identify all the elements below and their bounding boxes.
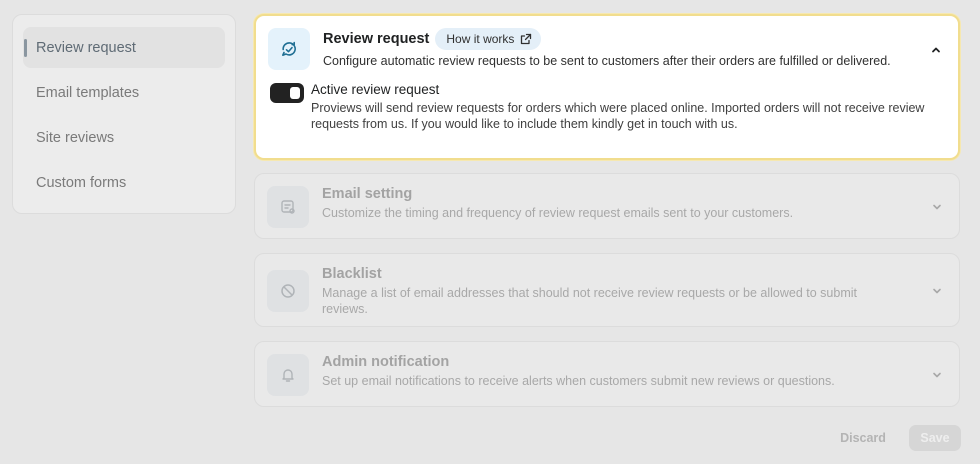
card-description: Manage a list of email addresses that sh… <box>322 286 858 316</box>
admin-notification-card[interactable]: Admin notification Set up email notifica… <box>254 341 960 407</box>
card-title: Admin notification <box>322 354 450 370</box>
sidebar-item-label: Email templates <box>36 84 140 101</box>
active-review-request-toggle[interactable] <box>270 83 304 103</box>
email-setting-card[interactable]: Email setting Customize the timing and f… <box>254 173 960 239</box>
chevron-down-icon[interactable] <box>927 365 947 385</box>
chevron-down-icon[interactable] <box>927 281 947 301</box>
discard-button[interactable]: Discard <box>830 425 896 451</box>
card-description: Set up email notifications to receive al… <box>322 374 835 388</box>
toggle-knob <box>290 87 300 99</box>
sidebar-item-label: Custom forms <box>36 174 127 191</box>
settings-sidebar: Review request Email templates Site revi… <box>12 14 236 214</box>
card-title: Email setting <box>322 186 413 202</box>
bell-icon <box>267 354 309 396</box>
review-request-card: Review request How it works Configure au… <box>254 14 960 160</box>
email-settings-icon <box>267 186 309 228</box>
card-title: Blacklist <box>322 266 382 282</box>
blacklist-card[interactable]: Blacklist Manage a list of email address… <box>254 253 960 327</box>
chevron-up-icon[interactable] <box>926 40 946 60</box>
save-button[interactable]: Save <box>909 425 961 451</box>
card-description: Customize the timing and frequency of re… <box>322 206 794 220</box>
sidebar-item-site-reviews[interactable]: Site reviews <box>23 117 225 158</box>
card-title: Review request <box>323 31 430 47</box>
ban-icon <box>267 270 309 312</box>
toggle-description: Proviews will send review requests for o… <box>311 101 925 131</box>
how-it-works-link[interactable]: How it works <box>435 28 542 50</box>
badge-label: How it works <box>446 32 515 46</box>
sidebar-item-label: Site reviews <box>36 129 115 146</box>
review-request-header[interactable]: Review request How it works Configure au… <box>256 16 958 70</box>
sidebar-item-custom-forms[interactable]: Custom forms <box>23 162 225 203</box>
chevron-down-icon[interactable] <box>927 197 947 217</box>
toggle-label: Active review request <box>311 82 440 97</box>
refresh-chat-icon <box>268 28 310 70</box>
card-description: Configure automatic review requests to b… <box>323 54 891 68</box>
sidebar-item-review-request[interactable]: Review request <box>23 27 225 68</box>
sidebar-item-email-templates[interactable]: Email templates <box>23 72 225 113</box>
external-link-icon <box>521 33 532 45</box>
sidebar-item-label: Review request <box>36 39 136 56</box>
